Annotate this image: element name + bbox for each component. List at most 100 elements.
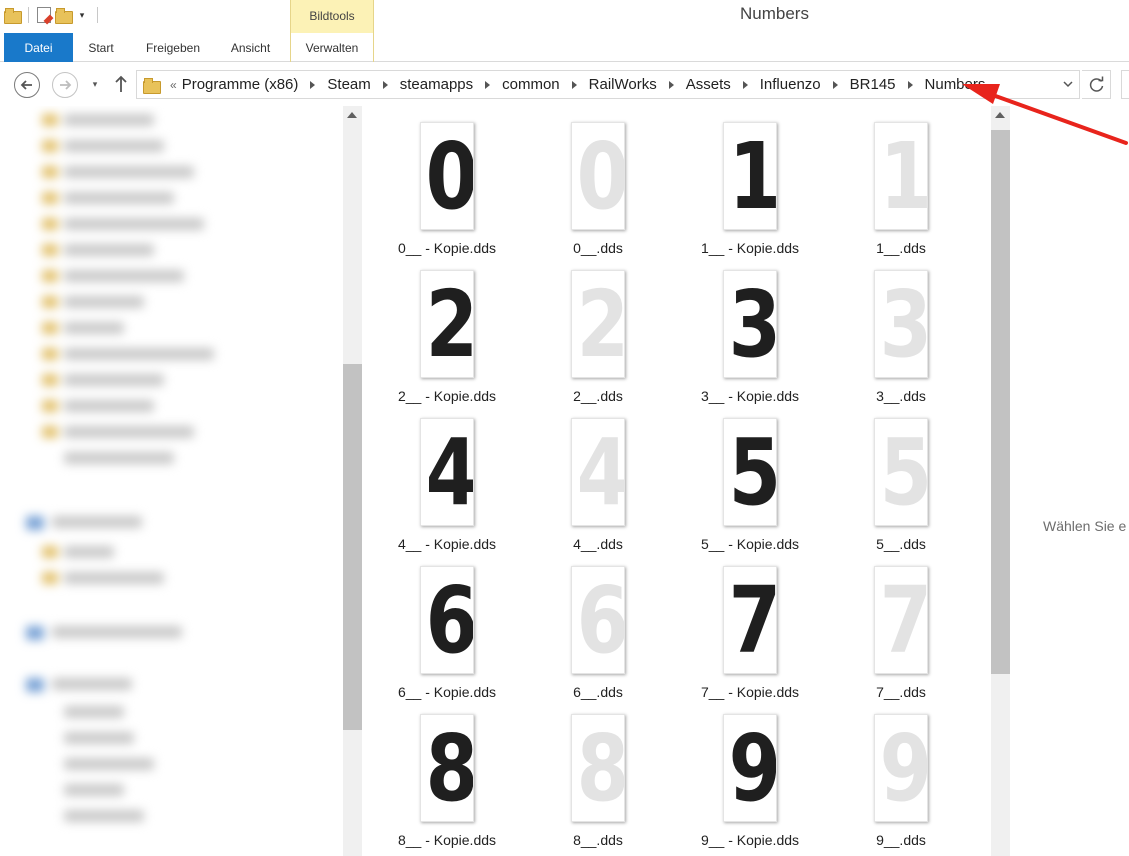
file-thumbnail[interactable]: 9	[874, 714, 928, 822]
back-button[interactable]	[14, 72, 40, 98]
thumbnail-digit: 5	[728, 419, 777, 526]
address-bar[interactable]: « Programme (x86) Steam steamapps common…	[136, 70, 1080, 99]
arrow-left-icon	[20, 80, 32, 90]
file-thumbnail[interactable]: 1	[874, 122, 928, 230]
breadcrumb-assets[interactable]: Assets	[686, 76, 731, 93]
chevron-right-icon[interactable]	[742, 80, 748, 89]
file-item[interactable]: 3 3__.dds	[826, 254, 976, 404]
thumbnail-digit: 6	[425, 567, 474, 674]
tab-start[interactable]: Start	[74, 33, 128, 62]
file-list-scrollbar[interactable]	[991, 106, 1010, 856]
title-bar: ▾ Bildtools Numbers	[0, 0, 1129, 33]
file-thumbnail[interactable]: 9	[723, 714, 777, 822]
file-thumbnail[interactable]: 3	[723, 270, 777, 378]
breadcrumb-br145[interactable]: BR145	[850, 76, 896, 93]
new-folder-icon[interactable]	[55, 8, 73, 24]
chevron-right-icon[interactable]	[668, 80, 674, 89]
file-item[interactable]: 8 8__.dds	[523, 698, 673, 848]
breadcrumb-influenzo[interactable]: Influenzo	[760, 76, 821, 93]
file-item[interactable]: 7 7__ - Kopie.dds	[675, 550, 825, 700]
file-item[interactable]: 1 1__ - Kopie.dds	[675, 106, 825, 256]
breadcrumb-railworks[interactable]: RailWorks	[589, 76, 657, 93]
file-thumbnail[interactable]: 0	[420, 122, 474, 230]
file-thumbnail[interactable]: 6	[420, 566, 474, 674]
window-title: Numbers	[740, 4, 809, 23]
chevron-right-icon[interactable]	[485, 80, 491, 89]
refresh-button[interactable]	[1082, 70, 1111, 99]
file-thumbnail[interactable]: 6	[571, 566, 625, 674]
scroll-up-arrow-icon[interactable]	[347, 112, 357, 118]
file-item[interactable]: 6 6__.dds	[523, 550, 673, 700]
file-thumbnail[interactable]: 7	[874, 566, 928, 674]
file-thumbnail[interactable]: 2	[420, 270, 474, 378]
breadcrumb-steamapps[interactable]: steamapps	[400, 76, 473, 93]
breadcrumb-steam[interactable]: Steam	[327, 76, 370, 93]
file-item[interactable]: 9 9__.dds	[826, 698, 976, 848]
file-item[interactable]: 3 3__ - Kopie.dds	[675, 254, 825, 404]
file-item[interactable]: 7 7__.dds	[826, 550, 976, 700]
breadcrumb-programme-x86[interactable]: Programme (x86)	[182, 76, 299, 93]
ribbon-tabs: Datei Start Freigeben Ansicht Verwalten	[0, 33, 1129, 62]
chevron-right-icon[interactable]	[907, 80, 913, 89]
breadcrumb-common[interactable]: common	[502, 76, 560, 93]
file-thumbnail[interactable]: 8	[571, 714, 625, 822]
customize-dropdown-icon[interactable]: ▾	[75, 7, 89, 23]
file-item[interactable]: 4 4__ - Kopie.dds	[372, 402, 522, 552]
file-name[interactable]: 8__ - Kopie.dds	[372, 832, 522, 848]
file-name[interactable]: 9__ - Kopie.dds	[675, 832, 825, 848]
tab-ansicht[interactable]: Ansicht	[219, 33, 282, 62]
file-thumbnail[interactable]: 4	[420, 418, 474, 526]
file-thumbnail[interactable]: 7	[723, 566, 777, 674]
file-thumbnail[interactable]: 1	[723, 122, 777, 230]
breadcrumb-numbers[interactable]: Numbers	[925, 76, 986, 93]
tab-datei[interactable]: Datei	[4, 33, 73, 62]
file-item[interactable]: 8 8__ - Kopie.dds	[372, 698, 522, 848]
forward-button[interactable]	[52, 72, 78, 98]
file-name[interactable]: 9__.dds	[826, 832, 976, 848]
file-item[interactable]: 2 2__.dds	[523, 254, 673, 404]
chevron-down-icon[interactable]	[1061, 77, 1075, 91]
file-thumbnail[interactable]: 8	[420, 714, 474, 822]
file-thumbnail[interactable]: 2	[571, 270, 625, 378]
nav-pane-scroll-thumb[interactable]	[343, 364, 362, 730]
breadcrumb-overflow[interactable]: «	[170, 78, 177, 92]
chevron-right-icon[interactable]	[571, 80, 577, 89]
blurred-folder-tree	[18, 106, 318, 856]
up-button[interactable]	[111, 73, 131, 95]
file-thumbnail[interactable]: 0	[571, 122, 625, 230]
file-item[interactable]: 1 1__.dds	[826, 106, 976, 256]
scroll-up-arrow-icon[interactable]	[995, 112, 1005, 118]
file-item[interactable]: 5 5__.dds	[826, 402, 976, 552]
file-thumbnail[interactable]: 4	[571, 418, 625, 526]
file-thumbnail[interactable]: 5	[874, 418, 928, 526]
file-thumbnail[interactable]: 5	[723, 418, 777, 526]
thumbnail-digit: 4	[576, 419, 625, 526]
file-list[interactable]: 0 0__ - Kopie.dds 0 0__.dds 1 1__ - Kopie.dds…	[362, 106, 991, 856]
chevron-right-icon[interactable]	[832, 80, 838, 89]
tab-verwalten[interactable]: Verwalten	[290, 33, 374, 62]
file-item[interactable]: 5 5__ - Kopie.dds	[675, 402, 825, 552]
thumbnail-digit: 6	[576, 567, 625, 674]
file-name[interactable]: 8__.dds	[523, 832, 673, 848]
search-box[interactable]	[1121, 70, 1129, 99]
chevron-right-icon[interactable]	[382, 80, 388, 89]
file-thumbnail[interactable]: 3	[874, 270, 928, 378]
tab-freigeben[interactable]: Freigeben	[133, 33, 213, 62]
file-item[interactable]: 0 0__ - Kopie.dds	[372, 106, 522, 256]
thumbnail-digit: 3	[728, 271, 777, 378]
chevron-right-icon[interactable]	[310, 80, 316, 89]
file-item[interactable]: 9 9__ - Kopie.dds	[675, 698, 825, 848]
folder-icon[interactable]	[4, 8, 22, 24]
file-item[interactable]: 2 2__ - Kopie.dds	[372, 254, 522, 404]
recent-locations-dropdown[interactable]: ▾	[88, 76, 102, 92]
thumbnail-digit: 8	[576, 715, 625, 822]
preview-placeholder-text: Wählen Sie e	[1043, 518, 1127, 534]
nav-pane-scrollbar[interactable]	[343, 106, 362, 856]
navigation-pane[interactable]	[0, 106, 343, 856]
thumbnail-digit: 0	[425, 123, 474, 230]
file-list-scroll-thumb[interactable]	[991, 130, 1010, 674]
properties-icon[interactable]	[37, 7, 51, 23]
file-item[interactable]: 4 4__.dds	[523, 402, 673, 552]
file-item[interactable]: 6 6__ - Kopie.dds	[372, 550, 522, 700]
file-item[interactable]: 0 0__.dds	[523, 106, 673, 256]
